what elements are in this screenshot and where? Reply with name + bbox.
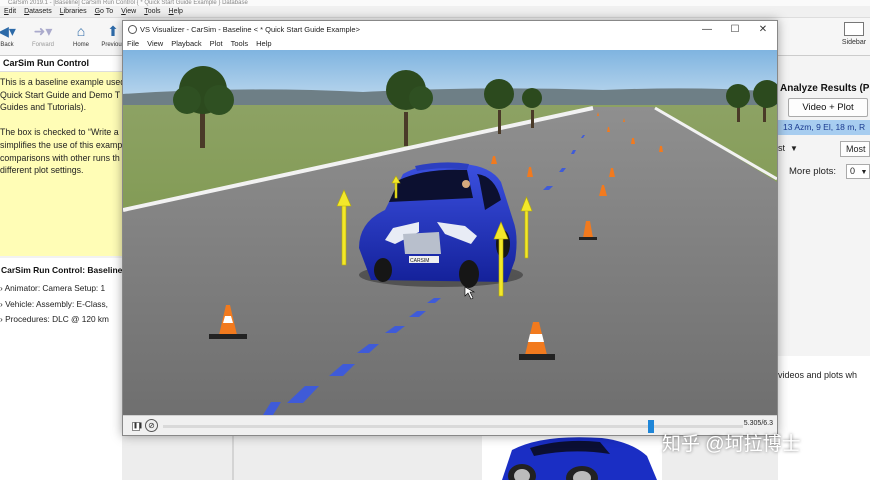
back-arrow-icon: ◀▾ xyxy=(0,23,16,39)
most-dropdown[interactable]: Most xyxy=(840,141,870,157)
back-label: Back xyxy=(0,42,14,48)
sidebar-icon xyxy=(844,22,864,36)
tree-item-vehicle[interactable]: › Vehicle: Assembly: E-Class, xyxy=(0,299,122,309)
chevron-down-icon: ▼ xyxy=(790,144,798,153)
more-plots-value: 0 xyxy=(850,166,856,176)
vehicle-thumbnail xyxy=(482,436,662,480)
vs-menu-playback[interactable]: Playback xyxy=(171,38,201,50)
sidebar-label: Sidebar xyxy=(841,39,867,46)
timeline-slider[interactable] xyxy=(163,420,743,433)
close-icon[interactable]: ✕ xyxy=(749,21,777,38)
menu-help[interactable]: Help xyxy=(169,8,183,15)
home-button[interactable]: ⌂ Home xyxy=(64,22,98,54)
menu-tools[interactable]: Tools xyxy=(144,8,160,15)
description-line: The box is checked to “Write a xyxy=(0,127,119,138)
dropdown-value: st xyxy=(778,143,786,153)
tree-item-label: Vehicle: Assembly: E-Class, xyxy=(5,299,108,309)
splitter[interactable] xyxy=(232,436,234,480)
menu-edit[interactable]: Edit xyxy=(4,8,16,15)
chevron-down-icon: ▼ xyxy=(860,169,868,176)
vs-menu-file[interactable]: File xyxy=(127,38,139,50)
menu-view[interactable]: View xyxy=(121,8,136,15)
description-line: comparisons with other runs th xyxy=(0,152,120,163)
run-control-title: CarSim Run Control xyxy=(0,56,122,72)
time-readout: 5.305/6.3 xyxy=(743,420,773,427)
description-line xyxy=(0,114,122,127)
vs-menu-tools[interactable]: Tools xyxy=(231,38,249,50)
vs-menu-plot[interactable]: Plot xyxy=(210,38,223,50)
videos-info-text: videos and plots wh xyxy=(778,370,858,380)
more-plots-select[interactable]: 0 ▼ xyxy=(846,164,870,179)
tree-item-label: Procedures: DLC @ 120 km xyxy=(5,314,109,324)
home-icon: ⌂ xyxy=(76,23,86,39)
menu-goto[interactable]: Go To xyxy=(95,8,114,15)
video-plot-button[interactable]: Video + Plot xyxy=(788,98,868,117)
vs-visualizer-window: VS Visualizer - CarSim - Baseline < * Qu… xyxy=(122,20,778,436)
description-line: different plot settings. xyxy=(0,165,84,176)
pause-icon[interactable]: ❚❚ xyxy=(132,422,143,431)
camera-setup-selection[interactable]: 13 Azm, 9 El, 18 m, R xyxy=(778,120,870,135)
vs-menu-help[interactable]: Help xyxy=(256,38,271,50)
home-label: Home xyxy=(72,42,89,48)
mute-icon[interactable]: ⊘ xyxy=(145,419,158,432)
description-notes: This is a baseline example used Quick St… xyxy=(0,76,122,177)
sidebar-button[interactable]: Sidebar xyxy=(838,20,870,54)
vs-window-title: VS Visualizer - CarSim - Baseline < * Qu… xyxy=(140,25,360,34)
visualizer-app-icon xyxy=(128,25,137,34)
animation-viewport[interactable]: CARSIM xyxy=(123,50,777,415)
description-line: Guides and Tutorials). xyxy=(0,102,87,113)
forward-arrow-icon: ➜▾ xyxy=(33,23,53,39)
menu-datasets[interactable]: Datasets xyxy=(24,8,52,15)
vs-menu-view[interactable]: View xyxy=(147,38,163,50)
tree-item-procedures[interactable]: › Procedures: DLC @ 120 km xyxy=(0,314,122,324)
license-plate: CARSIM xyxy=(410,258,429,264)
forward-label: Forward xyxy=(31,42,54,48)
timeline-thumb[interactable] xyxy=(648,420,655,433)
scene-3d: CARSIM xyxy=(123,50,777,415)
plot-set-dropdown[interactable]: st ▼ xyxy=(778,141,804,156)
vs-title-bar[interactable]: VS Visualizer - CarSim - Baseline < * Qu… xyxy=(123,21,777,38)
analyze-results-title: Analyze Results (Post xyxy=(780,83,870,94)
tree-header[interactable]: CarSim Run Control: Baseline xyxy=(0,265,122,275)
maximize-icon[interactable]: ☐ xyxy=(721,21,749,38)
zhihu-watermark: 知乎 @坷拉博士 xyxy=(662,434,801,455)
tree-item-animator[interactable]: › Animator: Camera Setup: 1 xyxy=(0,283,122,293)
tree-item-label: Animator: Camera Setup: 1 xyxy=(4,283,106,293)
menu-libraries[interactable]: Libraries xyxy=(60,8,87,15)
more-plots-label: More plots: xyxy=(789,166,836,177)
forward-button[interactable]: ➜▾ Forward xyxy=(26,22,60,54)
minimize-icon[interactable]: — xyxy=(693,21,721,38)
vs-menubar: File View Playback Plot Tools Help xyxy=(123,38,777,50)
description-line: Quick Start Guide and Demo T xyxy=(0,89,121,100)
vehicle-thumbnail-image xyxy=(502,437,657,480)
description-line: simplifies the use of this examp xyxy=(0,139,122,150)
back-button[interactable]: ◀▾ Back xyxy=(0,22,24,54)
description-line: This is a baseline example used xyxy=(0,77,122,87)
carsim-menubar: Edit Datasets Libraries Go To View Tools… xyxy=(0,6,870,18)
